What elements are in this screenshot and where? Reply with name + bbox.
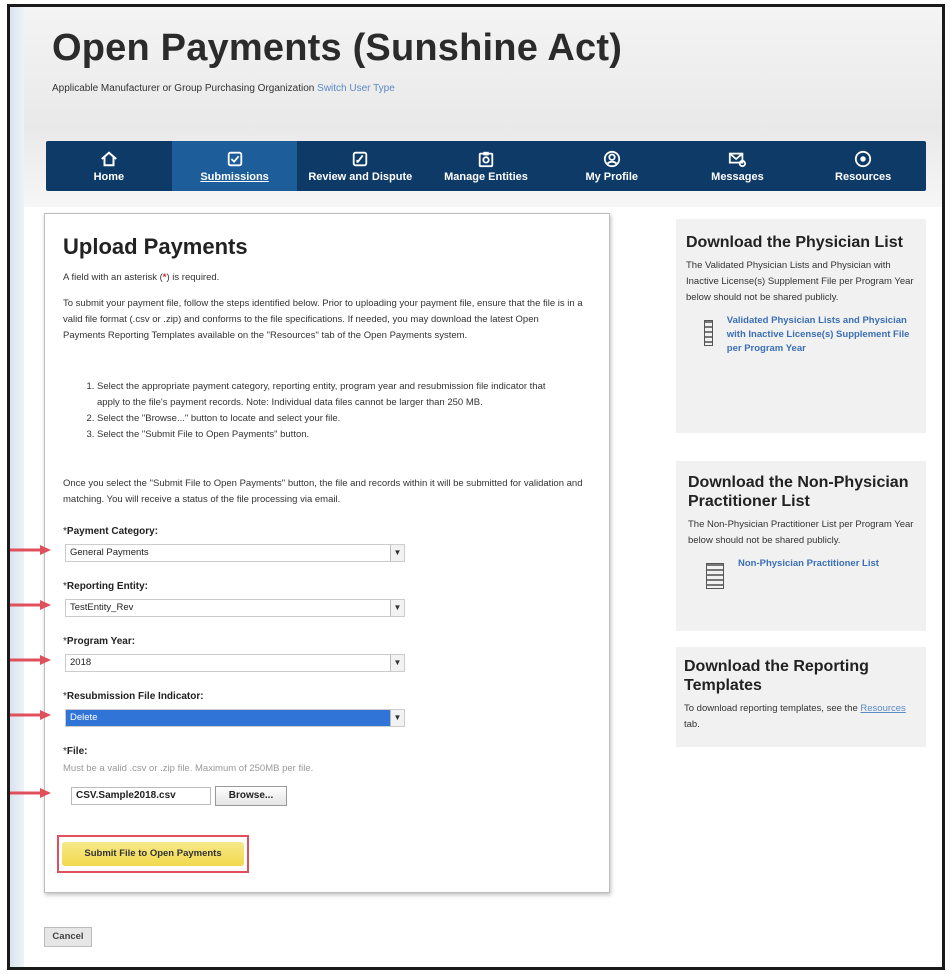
step-item: Select the "Submit File to Open Payments… [97, 427, 567, 443]
reporting-templates-heading: Download the Reporting Templates [684, 658, 869, 694]
cancel-button[interactable]: Cancel [44, 927, 92, 947]
chevron-down-icon: ▼ [390, 600, 404, 616]
submit-file-button[interactable]: Submit File to Open Payments [62, 842, 244, 866]
submissions-icon [227, 151, 242, 166]
required-note-suffix: ) is required. [166, 272, 220, 283]
physician-list-text: The Validated Physician Lists and Physic… [686, 260, 914, 303]
chevron-down-icon: ▼ [390, 710, 404, 726]
resources-link[interactable]: Resources [860, 703, 905, 714]
reporting-entity-select[interactable]: TestEntity_Rev ▼ [65, 599, 405, 617]
physician-list-box: Download the Physician List The Validate… [676, 219, 926, 433]
reporting-templates-text-post: tab. [684, 719, 700, 730]
annotation-arrow-icon [10, 600, 51, 610]
annotation-arrow-icon [10, 710, 51, 720]
physician-list-heading: Download the Physician List [686, 234, 903, 251]
main-navigation: Home Submissions Review and Dispute Mana… [46, 141, 926, 191]
messages-icon [729, 152, 747, 167]
non-physician-list-heading: Download the Non-Physician Practitioner … [688, 474, 909, 510]
physician-list-link[interactable]: Validated Physician Lists and Physician … [727, 314, 916, 356]
resubmission-indicator-value: Delete [70, 712, 98, 723]
program-year-label: *Program Year: [63, 636, 136, 647]
non-physician-list-link[interactable]: Non-Physician Practitioner List [738, 557, 879, 571]
payment-category-label-text: Payment Category: [66, 526, 159, 537]
outro-text: Once you select the "Submit File to Open… [63, 478, 583, 505]
reporting-templates-text-pre: To download reporting templates, see the [684, 703, 858, 714]
file-label: *File: [63, 746, 88, 757]
program-year-value: 2018 [70, 657, 92, 668]
reporting-entity-label: *Reporting Entity: [63, 581, 149, 592]
annotation-arrow-icon [10, 545, 51, 555]
non-physician-list-text: The Non-Physician Practitioner List per … [688, 519, 914, 546]
required-note: A field with an asterisk (*) is required… [63, 270, 583, 286]
resubmission-indicator-label: *Resubmission File Indicator: [63, 691, 204, 702]
reporting-entity-value: TestEntity_Rev [70, 602, 134, 613]
nav-label: Messages [711, 170, 764, 183]
nav-label: Manage Entities [444, 170, 528, 183]
submit-highlight-box: Submit File to Open Payments [57, 835, 249, 873]
reporting-templates-box: Download the Reporting Templates To down… [676, 647, 926, 747]
nav-label: Submissions [200, 170, 269, 183]
upload-payments-panel: Upload Payments A field with an asterisk… [44, 213, 610, 893]
reporting-entity-label-text: Reporting Entity: [66, 581, 149, 592]
document-icon [706, 563, 724, 589]
document-icon [704, 320, 713, 346]
file-label-text: File: [66, 746, 88, 757]
file-hint: Must be a valid .csv or .zip file. Maxim… [63, 763, 314, 774]
nav-label: Resources [835, 170, 892, 183]
step-item: Select the appropriate payment category,… [97, 379, 567, 411]
panel-heading: Upload Payments [63, 234, 248, 259]
nav-item-manage-entities[interactable]: Manage Entities [423, 141, 549, 191]
page-title: Open Payments (Sunshine Act) [52, 27, 623, 69]
nav-item-submissions[interactable]: Submissions [171, 141, 298, 191]
non-physician-list-box: Download the Non-Physician Practitioner … [676, 461, 926, 631]
user-type-label: Applicable Manufacturer or Group Purchas… [52, 83, 315, 94]
payment-category-label: *Payment Category: [63, 526, 159, 537]
nav-item-review-and-dispute[interactable]: Review and Dispute [297, 141, 423, 191]
nav-label: Review and Dispute [308, 170, 413, 183]
home-icon [101, 150, 117, 166]
annotation-arrow-icon [10, 788, 51, 798]
user-type-line: Applicable Manufacturer or Group Purchas… [52, 83, 395, 94]
resubmission-indicator-label-text: Resubmission File Indicator: [66, 691, 204, 702]
reporting-templates-text: To download reporting templates, see the… [684, 701, 918, 733]
nav-item-home[interactable]: Home [46, 141, 172, 191]
payment-category-value: General Payments [70, 547, 149, 558]
left-gutter [10, 7, 24, 967]
program-year-label-text: Program Year: [66, 636, 136, 647]
steps-list: Select the appropriate payment category,… [77, 379, 567, 443]
nav-item-messages[interactable]: Messages [675, 141, 801, 191]
browse-button[interactable]: Browse... [215, 786, 287, 806]
resources-icon [855, 150, 872, 167]
non-physician-list-download[interactable]: Non-Physician Practitioner List [688, 557, 914, 589]
nav-item-my-profile[interactable]: My Profile [549, 141, 675, 191]
step-item: Select the "Browse..." button to locate … [97, 411, 567, 427]
intro-text: To submit your payment file, follow the … [63, 298, 583, 341]
review-icon [353, 151, 368, 166]
chevron-down-icon: ▼ [390, 545, 404, 561]
required-note-prefix: A field with an asterisk ( [63, 272, 163, 283]
annotation-arrow-icon [10, 655, 51, 665]
nav-item-resources[interactable]: Resources [800, 141, 926, 191]
chevron-down-icon: ▼ [390, 655, 404, 671]
manage-entities-icon [478, 151, 494, 167]
nav-label: My Profile [585, 170, 639, 183]
resubmission-indicator-select[interactable]: Delete ▼ [65, 709, 405, 727]
physician-list-download[interactable]: Validated Physician Lists and Physician … [686, 314, 916, 356]
nav-label: Home [93, 170, 125, 183]
file-path-field[interactable]: CSV.Sample2018.csv [71, 787, 211, 805]
payment-category-select[interactable]: General Payments ▼ [65, 544, 405, 562]
program-year-select[interactable]: 2018 ▼ [65, 654, 405, 672]
switch-user-type-link[interactable]: Switch User Type [317, 83, 395, 94]
screenshot-frame: Open Payments (Sunshine Act) Applicable … [7, 4, 945, 970]
profile-icon [603, 150, 620, 167]
